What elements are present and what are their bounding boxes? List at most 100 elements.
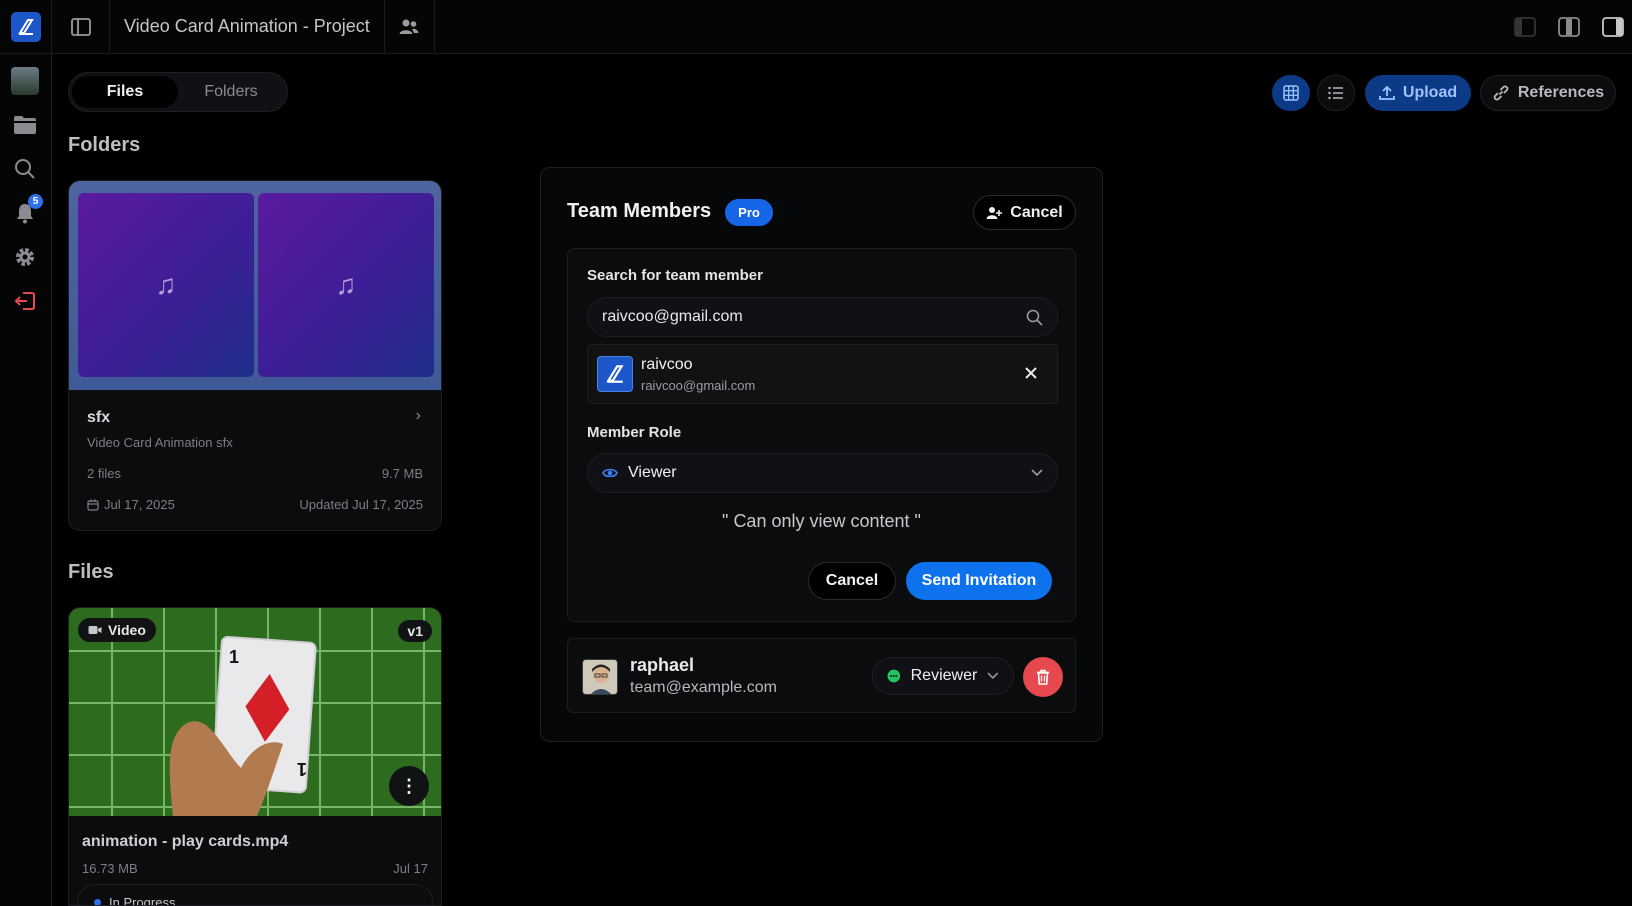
sidebar-toggle-button[interactable]: [52, 0, 110, 54]
folder-updated: Updated Jul 17, 2025: [299, 497, 423, 512]
layout-left-icon[interactable]: [1514, 17, 1536, 37]
file-meta: 16.73 MB Jul 17: [82, 861, 428, 876]
member-search-input[interactable]: raivcoo@gmail.com: [587, 297, 1058, 337]
list-icon: [1328, 86, 1343, 100]
upload-icon: [1378, 85, 1395, 100]
file-date: Jul 17: [393, 861, 428, 876]
invite-panel: Search for team member raivcoo@gmail.com…: [567, 248, 1076, 622]
list-view-button[interactable]: [1317, 75, 1355, 111]
logout-icon: [14, 292, 35, 310]
cancel-button[interactable]: Cancel: [808, 562, 896, 600]
folder-name: sfx: [87, 409, 111, 426]
sidebar: 5: [0, 54, 52, 906]
chevron-down-icon: [1031, 469, 1043, 477]
tab-folders[interactable]: Folders: [178, 76, 284, 108]
version-badge: v1: [398, 620, 432, 642]
chevron-right-icon[interactable]: ›: [416, 407, 421, 425]
gear-icon: [16, 248, 34, 266]
folder-dates: Jul 17, 2025 Updated Jul 17, 2025: [87, 497, 423, 512]
card-rank-top: 1: [229, 647, 239, 667]
users-icon: [399, 19, 419, 34]
result-email: raivcoo@gmail.com: [641, 378, 756, 393]
sidebar-item-logout[interactable]: [10, 286, 40, 316]
sidebar-item-projects[interactable]: [10, 110, 40, 140]
folder-card[interactable]: ♫ ♫ sfx › Video Card Animation sfx 2 fil…: [68, 180, 442, 531]
trash-icon: [1037, 669, 1049, 685]
close-icon[interactable]: [1019, 361, 1043, 385]
chevron-down-icon: [987, 672, 999, 680]
search-label: Search for team member: [587, 267, 763, 284]
user-avatar[interactable]: [10, 66, 40, 96]
role-value: Viewer: [628, 464, 677, 481]
search-result-item[interactable]: raivcoo raivcoo@gmail.com: [587, 344, 1058, 404]
delete-member-button[interactable]: [1023, 657, 1063, 697]
member-role: Reviewer: [910, 667, 978, 684]
sidebar-item-search[interactable]: [10, 154, 40, 184]
notification-count-badge: 5: [28, 194, 43, 209]
role-label: Member Role: [587, 424, 682, 441]
team-members-button[interactable]: [385, 0, 435, 54]
folder-stats: 2 files 9.7 MB: [87, 466, 423, 481]
more-options-button[interactable]: ⋮: [389, 766, 429, 806]
member-name: raphael: [630, 655, 695, 675]
sidebar-item-settings[interactable]: [10, 242, 40, 272]
folder-created: Jul 17, 2025: [104, 497, 175, 512]
music-note-icon: ♫: [78, 193, 254, 377]
layout-toggles: [1514, 0, 1632, 54]
result-name: raivcoo: [641, 356, 693, 373]
folder-file-count: 2 files: [87, 466, 121, 481]
folder-icon: [14, 116, 36, 134]
music-note-icon: ♫: [258, 193, 434, 377]
file-type-label: Video: [108, 622, 146, 638]
header-cancel-button[interactable]: Cancel: [973, 195, 1076, 230]
folder-description: Video Card Animation sfx: [87, 435, 233, 450]
avatar: [582, 659, 618, 695]
header-cancel-label: Cancel: [1010, 203, 1063, 221]
search-icon: [15, 159, 35, 179]
folder-size: 9.7 MB: [381, 466, 423, 481]
video-camera-icon: [88, 626, 102, 634]
sidebar-panel-icon: [70, 17, 91, 36]
file-size: 16.73 MB: [82, 861, 138, 876]
grid-view-button[interactable]: [1272, 75, 1310, 111]
references-label: References: [1517, 84, 1605, 101]
upload-label: Upload: [1402, 84, 1458, 101]
layout-center-icon[interactable]: [1558, 17, 1580, 37]
send-invitation-button[interactable]: Send Invitation: [906, 562, 1052, 600]
files-heading: Files: [68, 561, 114, 583]
card-rank-bottom: 1: [297, 759, 307, 779]
file-type-badge: Video: [78, 618, 156, 642]
comment-icon: [887, 669, 901, 683]
file-name: animation - play cards.mp4: [82, 833, 289, 850]
status-label: In Progress: [109, 894, 176, 906]
calendar-icon: [87, 499, 99, 511]
member-role-dropdown[interactable]: Reviewer: [872, 657, 1014, 695]
folder-thumbnail: ♫ ♫: [69, 181, 441, 390]
references-button[interactable]: References: [1480, 75, 1616, 111]
file-thumbnail: 1 1 Video v1 ⋮: [69, 608, 441, 816]
member-row: raphael team@example.com Reviewer: [567, 638, 1076, 713]
layout-right-icon[interactable]: [1602, 17, 1624, 37]
dialog-title: Team Members: [567, 200, 712, 222]
member-role-select[interactable]: Viewer: [587, 453, 1058, 493]
tab-files[interactable]: Files: [72, 76, 178, 108]
member-email: team@example.com: [630, 679, 777, 696]
file-card[interactable]: 1 1 Video v1 ⋮ animation - play cards.mp…: [68, 607, 442, 906]
search-icon: [1026, 309, 1043, 326]
view-tabs: Files Folders: [68, 72, 288, 112]
app-logo[interactable]: [0, 0, 52, 54]
result-avatar: [597, 356, 633, 392]
role-description: " Can only view content ": [722, 511, 921, 531]
sidebar-item-notifications[interactable]: 5: [10, 194, 43, 228]
status-dot-icon: [94, 898, 101, 905]
link-icon: [1493, 85, 1509, 101]
team-members-dialog: Team Members Pro Cancel Search for team …: [540, 167, 1103, 742]
status-select[interactable]: In Progress: [77, 884, 433, 906]
upload-button[interactable]: Upload: [1365, 75, 1471, 111]
grid-icon: [1283, 85, 1299, 101]
logo-icon: [10, 11, 41, 42]
search-value: raivcoo@gmail.com: [602, 308, 743, 325]
top-bar: Video Card Animation - Project: [0, 0, 1632, 54]
pro-badge: Pro: [725, 199, 773, 226]
eye-icon: [602, 468, 618, 478]
